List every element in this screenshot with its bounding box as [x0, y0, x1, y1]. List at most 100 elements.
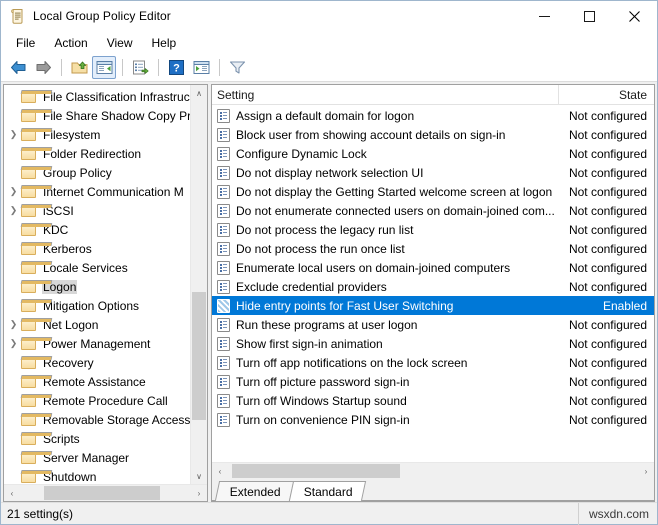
folder-icon	[21, 128, 37, 142]
tree-hscroll-track[interactable]	[20, 485, 191, 501]
tree-horizontal-scrollbar[interactable]: ‹ ›	[4, 484, 207, 501]
tree-item[interactable]: Remote Assistance	[4, 372, 190, 391]
column-header-state[interactable]: State	[559, 85, 654, 104]
twisty-placeholder	[6, 163, 21, 182]
tree-scroll-up-button[interactable]: ∧	[191, 85, 207, 101]
console-tree-pane: File Classification InfrastrucFile Share…	[3, 84, 208, 502]
setting-state: Enabled	[559, 299, 654, 313]
toolbar-separator	[122, 59, 123, 76]
table-row[interactable]: Do not enumerate connected users on doma…	[212, 201, 654, 220]
chevron-right-icon[interactable]: ❯	[6, 125, 21, 144]
menu-view[interactable]: View	[98, 33, 142, 53]
settings-list[interactable]: Assign a default domain for logonNot con…	[212, 105, 654, 462]
folder-icon	[21, 223, 37, 237]
menu-bar: File Action View Help	[1, 31, 657, 54]
toolbar-separator	[61, 59, 62, 76]
tree-item[interactable]: ❯iSCSI	[4, 201, 190, 220]
table-row[interactable]: Exclude credential providersNot configur…	[212, 277, 654, 296]
tree-scroll-right-button[interactable]: ›	[191, 485, 207, 501]
chevron-right-icon[interactable]: ❯	[6, 201, 21, 220]
column-header-setting[interactable]: Setting	[212, 85, 559, 104]
policy-setting-icon	[217, 185, 230, 199]
export-list-button[interactable]	[128, 56, 152, 79]
setting-name: Turn off picture password sign-in	[236, 375, 559, 389]
tree-scroll-left-button[interactable]: ‹	[4, 485, 20, 501]
tree-item-label: Locale Services	[42, 261, 129, 275]
status-setting-count: 21 setting(s)	[7, 507, 578, 521]
folder-icon	[21, 413, 37, 427]
table-row[interactable]: Turn off Windows Startup soundNot config…	[212, 391, 654, 410]
table-row[interactable]: Do not process the run once listNot conf…	[212, 239, 654, 258]
tree-item[interactable]: ❯Net Logon	[4, 315, 190, 334]
table-row[interactable]: Do not display the Getting Started welco…	[212, 182, 654, 201]
tab-label: Extended	[230, 485, 281, 499]
back-button[interactable]	[6, 56, 30, 79]
tree-hscroll-thumb[interactable]	[44, 486, 160, 500]
tree-item[interactable]: Server Manager	[4, 448, 190, 467]
tree-item[interactable]: Scripts	[4, 429, 190, 448]
menu-file[interactable]: File	[7, 33, 44, 53]
table-row[interactable]: Do not process the legacy run listNot co…	[212, 220, 654, 239]
tree-item[interactable]: Folder Redirection	[4, 144, 190, 163]
tree-item[interactable]: ❯Power Management	[4, 334, 190, 353]
table-row-selected[interactable]: Hide entry points for Fast User Switchin…	[212, 296, 654, 315]
tree-item[interactable]: KDC	[4, 220, 190, 239]
list-scroll-right-button[interactable]: ›	[638, 463, 654, 479]
tree-list[interactable]: File Classification InfrastrucFile Share…	[4, 85, 190, 484]
tree-item[interactable]: Kerberos	[4, 239, 190, 258]
twisty-placeholder	[6, 239, 21, 258]
setting-state: Not configured	[559, 413, 654, 427]
tree-scroll-track[interactable]	[191, 101, 207, 468]
table-row[interactable]: Turn off app notifications on the lock s…	[212, 353, 654, 372]
tree-item[interactable]: File Share Shadow Copy Prc	[4, 106, 190, 125]
list-column-header: Setting State	[212, 85, 654, 105]
tree-item[interactable]: Locale Services	[4, 258, 190, 277]
tree-scroll-thumb[interactable]	[192, 292, 206, 420]
up-one-level-button[interactable]	[67, 56, 91, 79]
policy-scroll-icon	[10, 8, 26, 24]
table-row[interactable]: Assign a default domain for logonNot con…	[212, 106, 654, 125]
chevron-right-icon[interactable]: ❯	[6, 182, 21, 201]
tree-scroll-down-button[interactable]: ∨	[191, 468, 207, 484]
tree-item[interactable]: ❯Filesystem	[4, 125, 190, 144]
tree-item[interactable]: Mitigation Options	[4, 296, 190, 315]
table-row[interactable]: Enumerate local users on domain-joined c…	[212, 258, 654, 277]
tree-item[interactable]: Recovery	[4, 353, 190, 372]
tree-item[interactable]: File Classification Infrastruc	[4, 87, 190, 106]
tree-vertical-scrollbar[interactable]: ∧ ∨	[190, 85, 207, 484]
filter-button[interactable]	[225, 56, 249, 79]
chevron-right-icon[interactable]: ❯	[6, 334, 21, 353]
table-row[interactable]: Configure Dynamic LockNot configured	[212, 144, 654, 163]
list-scroll-left-button[interactable]: ‹	[212, 463, 228, 479]
table-row[interactable]: Run these programs at user logonNot conf…	[212, 315, 654, 334]
tree-item[interactable]: Removable Storage Access	[4, 410, 190, 429]
policy-setting-icon	[217, 166, 230, 180]
help-button[interactable]: ?	[164, 56, 188, 79]
menu-help[interactable]: Help	[143, 33, 186, 53]
tab-extended[interactable]: Extended	[215, 481, 294, 501]
menu-action[interactable]: Action	[45, 33, 96, 53]
close-button[interactable]	[612, 1, 657, 31]
table-row[interactable]: Do not display network selection UINot c…	[212, 163, 654, 182]
tree-item[interactable]: ❯Internet Communication M	[4, 182, 190, 201]
table-row[interactable]: Turn off picture password sign-inNot con…	[212, 372, 654, 391]
table-row[interactable]: Show first sign-in animationNot configur…	[212, 334, 654, 353]
tree-item-label: Remote Assistance	[42, 375, 147, 389]
list-hscroll-thumb[interactable]	[232, 464, 400, 478]
maximize-button[interactable]	[567, 1, 612, 31]
show-hide-action-pane-button[interactable]	[189, 56, 213, 79]
list-horizontal-scrollbar[interactable]: ‹ ›	[212, 462, 654, 479]
table-row[interactable]: Block user from showing account details …	[212, 125, 654, 144]
minimize-button[interactable]	[522, 1, 567, 31]
tree-item[interactable]: Shutdown	[4, 467, 190, 484]
chevron-right-icon[interactable]: ❯	[6, 315, 21, 334]
twisty-placeholder	[6, 296, 21, 315]
forward-button[interactable]	[31, 56, 55, 79]
tree-item[interactable]: Remote Procedure Call	[4, 391, 190, 410]
list-hscroll-track[interactable]	[228, 463, 638, 479]
tree-item[interactable]: Group Policy	[4, 163, 190, 182]
table-row[interactable]: Turn on convenience PIN sign-inNot confi…	[212, 410, 654, 429]
show-hide-console-tree-button[interactable]	[92, 56, 116, 79]
tab-standard[interactable]: Standard	[289, 481, 366, 501]
tree-item[interactable]: Logon	[4, 277, 190, 296]
